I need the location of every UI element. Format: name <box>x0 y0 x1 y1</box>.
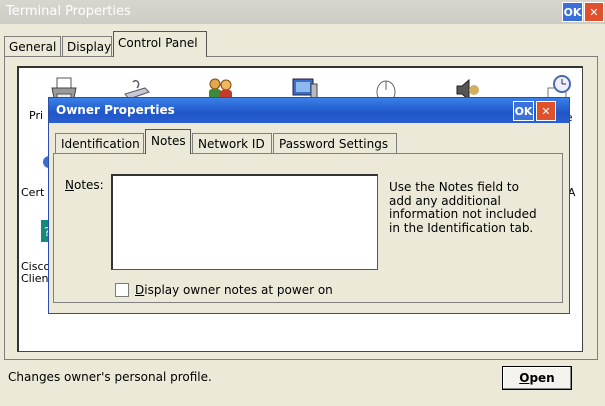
window-ok-button[interactable]: OK <box>562 2 583 22</box>
help-line: add any additional <box>389 193 501 208</box>
open-label: pen <box>529 371 555 385</box>
owner-properties-dialog: Owner Properties OK ✕ Identification Net… <box>48 97 570 314</box>
dialog-title: Owner Properties <box>56 103 175 117</box>
dialog-close-button[interactable]: ✕ <box>536 101 556 121</box>
control-panel-item-label: Cert <box>21 186 45 199</box>
dialog-titlebar[interactable]: Owner Properties OK ✕ <box>49 98 569 123</box>
help-line: information not included <box>389 207 537 221</box>
tab-password-settings[interactable]: Password Settings <box>273 133 397 153</box>
display-notes-label[interactable]: Display owner notes at power on <box>135 283 333 297</box>
control-panel-item-label: Pri <box>29 109 44 122</box>
checkbox-label-text: isplay owner notes at power on <box>144 283 333 297</box>
tab-general[interactable]: General <box>4 36 61 56</box>
tab-control-panel[interactable]: Control Panel <box>113 31 207 57</box>
notes-label: Notes: <box>65 178 104 192</box>
notes-help-text: Use the Notes field to add any additiona… <box>389 180 549 235</box>
status-description: Changes owner's personal profile. <box>8 370 212 384</box>
display-notes-checkbox[interactable] <box>115 283 129 297</box>
close-icon: ✕ <box>541 104 551 118</box>
help-line: Use the Notes field to <box>389 180 519 194</box>
help-line: in the Identification tab. <box>389 220 534 235</box>
open-accel: O <box>519 371 530 385</box>
window-close-button[interactable]: ✕ <box>584 2 604 22</box>
close-icon: ✕ <box>589 5 599 19</box>
window-titlebar: Terminal Properties OK ✕ <box>0 0 605 24</box>
tab-display[interactable]: Display <box>62 36 112 56</box>
notes-label-text: otes: <box>73 178 104 192</box>
tab-notes[interactable]: Notes <box>145 129 191 154</box>
notes-textarea[interactable] <box>111 174 378 270</box>
tab-network-id[interactable]: Network ID <box>192 133 272 153</box>
checkbox-accel: D <box>135 283 145 297</box>
control-panel-item-label: Clien <box>21 272 49 285</box>
open-button[interactable]: Open <box>502 366 572 390</box>
tab-identification[interactable]: Identification <box>55 133 144 153</box>
window-title: Terminal Properties <box>6 4 131 19</box>
notes-accel: N <box>65 178 74 192</box>
dialog-ok-button[interactable]: OK <box>513 101 534 121</box>
